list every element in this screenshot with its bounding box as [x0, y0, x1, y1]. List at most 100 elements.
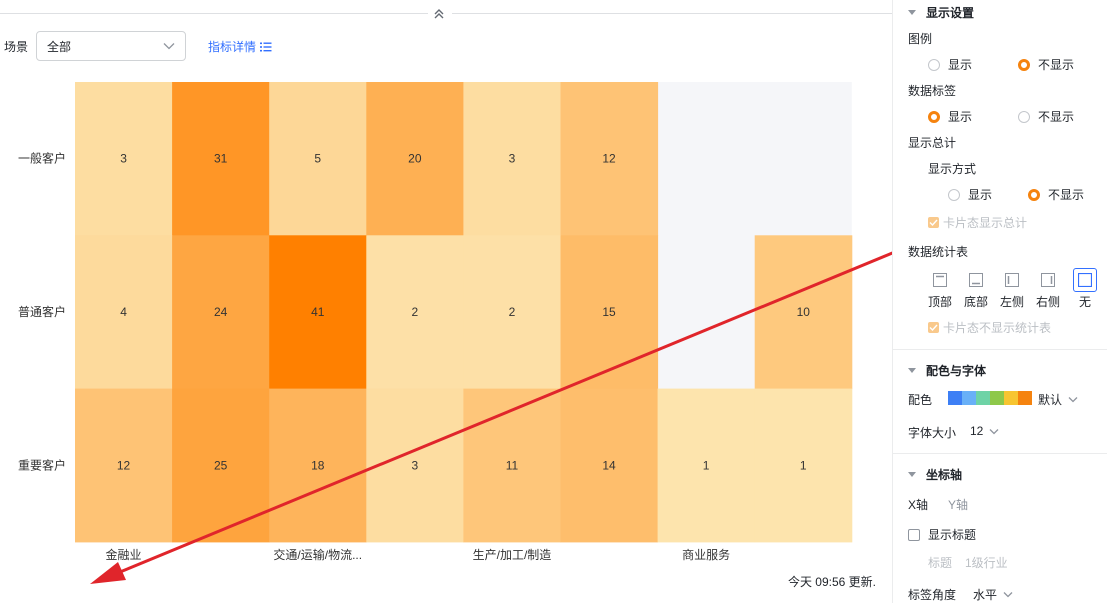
axis-header[interactable]: 坐标轴	[908, 466, 962, 483]
data-label-show-radio[interactable]: 显示	[928, 108, 972, 125]
layout-left-icon	[1005, 273, 1019, 287]
heatmap-chart: 3 31 5 20 3 124 24 41 2 2 15 1012 25 18 3 11 14 1 1一般客户普通客…	[18, 82, 853, 562]
x-axis-tick-label: 交通/运输/物流...	[273, 547, 362, 562]
heatmap-data-label: 31	[214, 152, 228, 166]
mode-hide-radio[interactable]: 不显示	[1028, 186, 1084, 203]
collapse-triangle-icon	[908, 10, 916, 15]
radio-icon	[1018, 110, 1030, 123]
card-total-label: 卡片态显示总计	[943, 216, 1028, 230]
layout-right-icon	[1041, 273, 1055, 287]
data-label-hide-label: 不显示	[1038, 110, 1075, 124]
show-axis-title-checkbox[interactable]: 显示标题	[908, 526, 976, 543]
radio-selected-icon	[928, 110, 940, 123]
chevron-down-icon	[163, 43, 175, 50]
data-label-hide-radio[interactable]: 不显示	[1018, 108, 1074, 125]
stats-bottom-label: 底部	[963, 295, 988, 309]
collapse-triangle-icon	[908, 472, 916, 477]
metric-detail-link[interactable]: 指标详情	[208, 38, 272, 55]
chevron-down-icon	[1068, 397, 1078, 403]
x-axis-tick-label: 商业服务	[682, 547, 730, 562]
heatmap-data-label: 12	[602, 152, 616, 166]
heatmap-data-label: 15	[602, 305, 616, 319]
section-divider	[892, 349, 1107, 350]
card-total-checkbox[interactable]: 卡片态显示总计	[928, 214, 1027, 231]
tab-x-axis[interactable]: X轴	[908, 496, 928, 513]
heatmap-data-label: 3	[412, 458, 419, 472]
stats-left-button[interactable]	[1001, 269, 1023, 291]
heatmap-data-label: 3	[509, 152, 516, 166]
color-scheme-value: 默认	[1038, 393, 1063, 407]
font-size-dropdown[interactable]: 12	[970, 424, 999, 438]
legend-hide-label: 不显示	[1038, 58, 1075, 72]
heatmap-data-label: 1	[703, 458, 710, 472]
heatmap-data-label: 10	[797, 305, 811, 319]
color-scheme-dropdown[interactable]: 默认	[1038, 391, 1078, 408]
heatmap-data-label: 41	[311, 305, 325, 319]
x-axis-tick-label: 金融业	[106, 547, 142, 562]
heatmap-data-label: 3	[120, 152, 127, 166]
display-mode-label: 显示方式	[928, 162, 977, 176]
legend-show-radio[interactable]: 显示	[928, 56, 972, 73]
stats-table-label: 数据统计表	[908, 245, 969, 259]
label-angle-dropdown[interactable]: 水平	[973, 586, 1013, 603]
axis-title-input[interactable]: 1级行业	[965, 554, 1008, 571]
color-font-header[interactable]: 配色与字体	[908, 362, 986, 379]
heatmap-data-label: 25	[214, 458, 228, 472]
font-size-value: 12	[970, 424, 984, 438]
checkbox-checked-icon	[928, 217, 939, 228]
x-axis-tick-label: 生产/加工/制造	[473, 548, 552, 562]
stats-right-button[interactable]	[1037, 269, 1059, 291]
y-axis-tick-label: 重要客户	[18, 457, 66, 472]
stats-top-button[interactable]	[929, 269, 951, 291]
chevron-down-icon	[989, 428, 999, 434]
card-no-stats-label: 卡片态不显示统计表	[943, 321, 1052, 335]
heatmap-data-label: 2	[412, 305, 419, 319]
radio-selected-icon	[1018, 58, 1030, 71]
collapse-triangle-icon	[908, 368, 916, 373]
heatmap-data-label: 4	[120, 305, 127, 319]
heatmap-data-label: 11	[506, 458, 519, 472]
heatmap-data-label: 14	[602, 458, 616, 472]
show-total-label: 显示总计	[908, 136, 957, 150]
scene-select[interactable]: 全部	[36, 31, 186, 61]
axis-title-label: 标题	[928, 556, 953, 570]
label-angle-value: 水平	[973, 588, 998, 602]
color-scheme-label: 配色	[908, 393, 933, 407]
show-axis-title-label: 显示标题	[928, 528, 977, 542]
list-icon	[260, 42, 272, 51]
section-divider	[892, 453, 1107, 454]
heatmap-data-label: 24	[214, 305, 228, 319]
update-timestamp: 今天 09:56 更新.	[787, 575, 876, 589]
stats-none-button[interactable]	[1073, 268, 1097, 292]
legend-show-label: 显示	[948, 58, 973, 72]
stats-bottom-button[interactable]	[965, 269, 987, 291]
radio-icon	[928, 58, 940, 71]
display-settings-header[interactable]: 显示设置	[908, 4, 974, 21]
display-settings-title: 显示设置	[926, 6, 975, 20]
layout-none-icon	[1078, 273, 1092, 287]
mode-show-radio[interactable]: 显示	[948, 186, 992, 203]
heatmap-data-label: 1	[800, 458, 807, 472]
card-no-stats-checkbox[interactable]: 卡片态不显示统计表	[928, 319, 1051, 336]
font-size-label: 字体大小	[908, 426, 957, 440]
stats-left-label: 左侧	[999, 295, 1024, 309]
legend-hide-radio[interactable]: 不显示	[1018, 56, 1074, 73]
stats-none-label: 无	[1078, 295, 1091, 309]
scene-select-value: 全部	[47, 39, 72, 54]
heatmap-data-label: 5	[314, 152, 321, 166]
heatmap-data-label: 12	[117, 458, 131, 472]
chevron-double-up-icon	[434, 9, 444, 19]
collapse-button[interactable]	[430, 5, 448, 23]
y-axis-tick-label: 一般客户	[18, 151, 66, 166]
data-label-show-label: 显示	[948, 110, 973, 124]
mode-hide-label: 不显示	[1048, 188, 1085, 202]
mode-show-label: 显示	[968, 188, 993, 202]
radio-icon	[948, 188, 960, 201]
layout-bottom-icon	[969, 273, 983, 287]
heatmap-data-label: 18	[311, 458, 325, 472]
divider	[452, 13, 892, 14]
color-palette-swatch[interactable]	[948, 391, 1032, 405]
layout-top-icon	[933, 273, 947, 287]
checkbox-checked-icon	[928, 322, 939, 333]
tab-y-axis[interactable]: Y轴	[948, 496, 968, 513]
